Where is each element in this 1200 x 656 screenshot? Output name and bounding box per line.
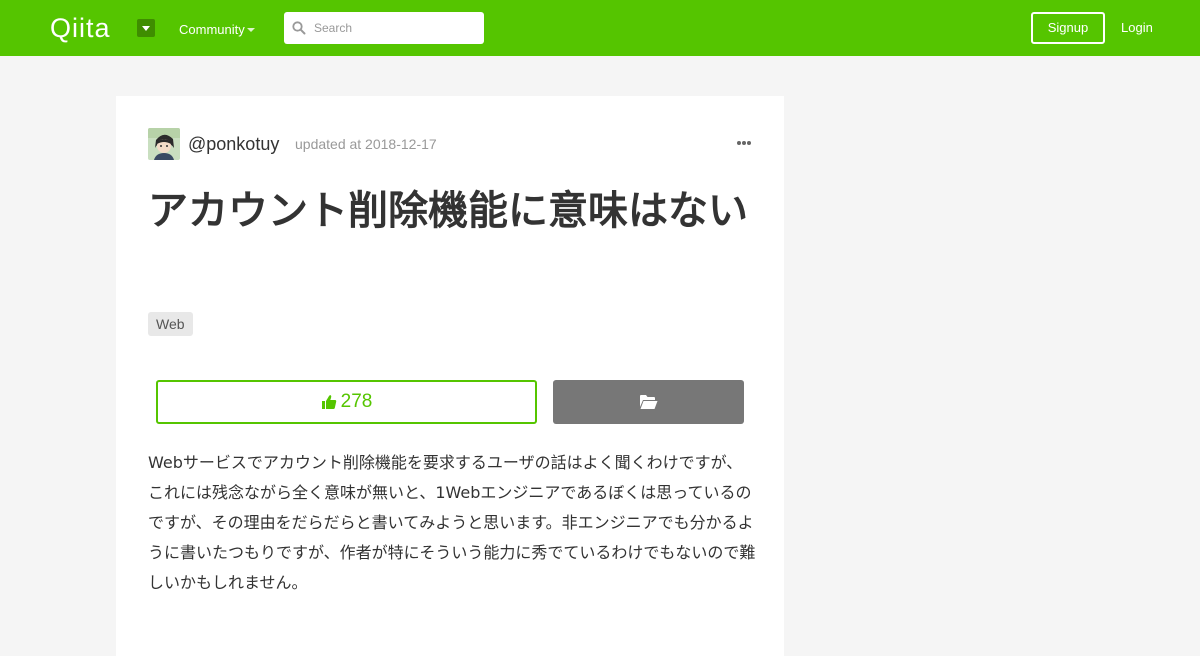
login-link[interactable]: Login xyxy=(1121,20,1153,36)
article-card: @ponkotuy updated at 2018-12-17 アカウント削除機… xyxy=(116,96,784,656)
qiita-logo[interactable]: Qiita xyxy=(50,13,111,43)
article-title: アカウント削除機能に意味はない xyxy=(148,188,748,234)
site-header: Qiita Community Signup Login xyxy=(0,0,1200,56)
tag-web[interactable]: Web xyxy=(148,312,193,336)
like-button[interactable]: 278 xyxy=(156,380,537,424)
thumbs-up-icon xyxy=(321,395,336,409)
ellipsis-icon[interactable] xyxy=(735,138,753,148)
stock-button[interactable] xyxy=(553,380,744,424)
logo-dropdown-icon[interactable] xyxy=(137,19,155,37)
like-count: 278 xyxy=(340,391,373,412)
search-box[interactable] xyxy=(284,12,484,44)
signup-button[interactable]: Signup xyxy=(1031,12,1105,44)
avatar-image xyxy=(148,128,180,160)
article-body: Webサービスでアカウント削除機能を要求するユーザの話はよく聞くわけですが、これ… xyxy=(148,453,756,592)
search-icon xyxy=(292,21,306,35)
community-caret-icon[interactable] xyxy=(247,28,255,32)
avatar[interactable] xyxy=(148,128,180,160)
author-name[interactable]: @ponkotuy xyxy=(188,133,279,155)
folder-open-icon xyxy=(640,395,658,409)
search-input[interactable] xyxy=(314,12,479,44)
community-menu[interactable]: Community xyxy=(179,22,245,38)
updated-date: updated at 2018-12-17 xyxy=(295,136,437,152)
